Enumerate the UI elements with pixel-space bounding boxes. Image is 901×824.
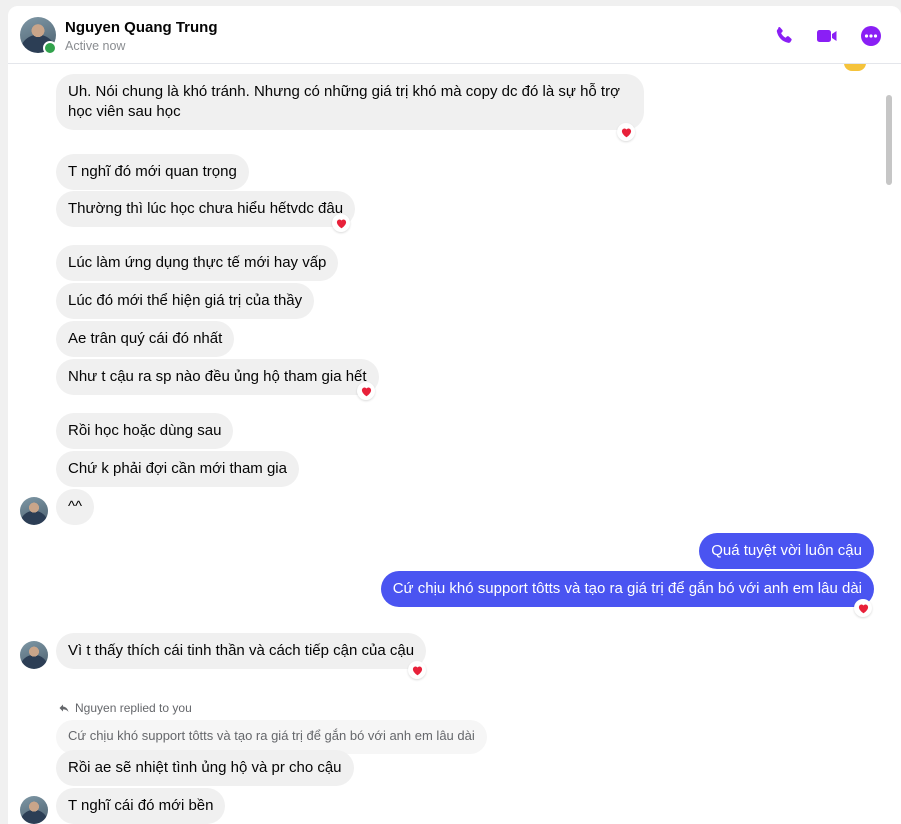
heart-reaction-icon[interactable] xyxy=(617,123,635,141)
message-bubble[interactable]: Vì t thấy thích cái tinh thần và cách ti… xyxy=(56,633,427,669)
contact-name[interactable]: Nguyen Quang Trung xyxy=(65,19,218,36)
contact-avatar-small[interactable] xyxy=(20,796,48,824)
more-options-icon[interactable] xyxy=(859,24,883,48)
reply-indicator: Nguyen replied to you xyxy=(58,701,192,715)
message-bubble[interactable]: Như t cậu ra sp nào đều ủng hộ tham gia … xyxy=(56,359,379,395)
heart-reaction-icon[interactable] xyxy=(357,382,375,400)
message-bubble[interactable]: T nghĩ đó mới quan trọng xyxy=(56,154,249,190)
message-bubble[interactable]: Rồi ae sẽ nhiệt tình ủng hộ và pr cho cậ… xyxy=(56,750,354,786)
message-bubble[interactable]: Ae trân quý cái đó nhất xyxy=(56,321,235,357)
scrollbar[interactable] xyxy=(886,95,892,185)
message-bubble[interactable]: Chứ k phải đợi cần mới tham gia xyxy=(56,451,299,487)
reply-arrow-icon xyxy=(59,704,69,712)
message-bubble[interactable]: Rồi học hoặc dùng sau xyxy=(56,413,234,449)
video-camera-icon[interactable] xyxy=(815,24,839,48)
heart-reaction-icon[interactable] xyxy=(408,661,426,679)
contact-status: Active now xyxy=(65,39,126,53)
chat-header: Nguyen Quang Trung Active now xyxy=(8,6,901,64)
message-bubble[interactable]: Lúc làm ứng dụng thực tế mới hay vấp xyxy=(56,245,339,281)
my-message-bubble[interactable]: Quá tuyệt vời luôn cậu xyxy=(699,533,874,569)
heart-reaction-icon[interactable] xyxy=(332,214,350,232)
message-bubble[interactable]: T nghĩ cái đó mới bền xyxy=(56,788,226,824)
contact-avatar-small[interactable] xyxy=(20,641,48,669)
message-bubble[interactable]: Uh. Nói chung là khó tránh. Nhưng có nhữ… xyxy=(56,74,644,130)
my-message-bubble[interactable]: Cứ chịu khó support tôtts và tạo ra giá … xyxy=(380,571,874,607)
message-bubble[interactable]: Thường thì lúc học chưa hiểu hếtvdc đâu xyxy=(56,191,356,227)
online-status-dot xyxy=(43,41,57,55)
heart-reaction-icon[interactable] xyxy=(854,599,872,617)
phone-icon[interactable] xyxy=(772,24,796,48)
message-bubble[interactable]: Lúc đó mới thể hiện giá trị của thầy xyxy=(56,283,315,319)
contact-avatar-small[interactable] xyxy=(20,497,48,525)
message-bubble[interactable]: ^^ xyxy=(56,489,95,525)
quoted-message[interactable]: Cứ chịu khó support tôtts và tạo ra giá … xyxy=(56,720,487,754)
chat-window: Nguyen Quang Trung Active now Uh. Nói ch… xyxy=(8,6,901,824)
reaction-emoji-partial xyxy=(844,63,866,71)
reply-note-text: Nguyen replied to you xyxy=(75,701,192,715)
message-list[interactable]: Uh. Nói chung là khó tránh. Nhưng có nhữ… xyxy=(8,63,901,824)
